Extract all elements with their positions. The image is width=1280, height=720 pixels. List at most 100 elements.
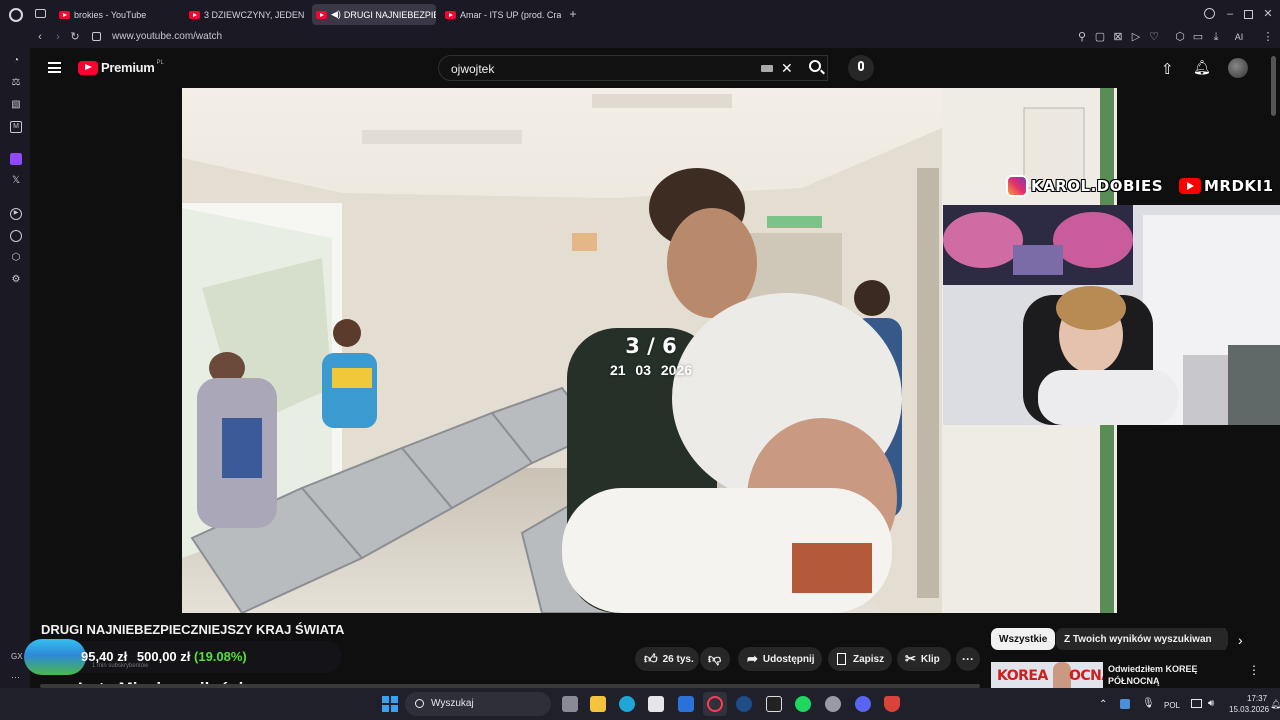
spotify-icon[interactable] [795,696,811,712]
tab-label: Amar - ITS UP (prod. Crac [460,9,561,20]
chip-label: Wszystkie [999,633,1048,645]
recommendation-menu-icon[interactable]: ⋮ [1248,663,1260,677]
language-indicator[interactable]: POL [1164,701,1180,710]
streamer-webcam [943,205,1280,425]
dislike-button[interactable]: 👎︎ [700,647,730,671]
maximize-icon[interactable] [1244,10,1253,19]
more-horizontal-icon: ··· [962,652,974,666]
adblock-icon[interactable]: ⊠ [1112,31,1124,43]
logo-text: Premium [101,60,155,75]
volume-icon[interactable]: 🔊︎ [1208,698,1214,709]
upload-icon[interactable]: ⇧ [1161,60,1174,78]
url-field[interactable]: www.youtube.com/watch [112,31,222,42]
avatar[interactable] [1228,58,1248,78]
epic-games-icon[interactable] [766,696,782,712]
network-icon[interactable] [1191,699,1202,708]
pinboard-icon[interactable]: ▧ [10,99,22,111]
microphone-tray-icon[interactable]: 🎙︎ [1142,698,1155,709]
opera-logo-icon[interactable] [9,8,23,22]
forward-icon[interactable]: › [52,31,64,43]
page-scrollbar[interactable] [1271,56,1276,116]
pin-icon[interactable]: ⚲ [1076,31,1088,43]
search-tabs-icon[interactable] [1204,8,1215,19]
steam-icon[interactable] [736,696,752,712]
youtube-play-icon [78,60,98,75]
snapshot-icon[interactable]: ▢ [1094,31,1106,43]
aria-ai-button[interactable]: AI [1228,31,1250,43]
tab-3-dziewczyny[interactable]: 3 DZIEWCZYNY, JEDEN W [185,4,305,25]
youtube-favicon-icon [189,10,200,19]
tab-overview-icon[interactable] [35,9,46,18]
reload-icon[interactable]: ↻ [69,31,81,43]
save-button[interactable]: Zapisz [828,647,892,671]
chip-from-search[interactable]: Z Twoich wyników wyszukiwania [1056,628,1228,650]
logo-region: PL [156,60,164,66]
share-button[interactable]: ➦ Udostępnij [738,647,822,671]
instagram-icon [1006,175,1028,197]
file-explorer-icon[interactable] [590,696,606,712]
x-twitter-icon[interactable]: 𝕏 [10,175,22,187]
discord-icon[interactable] [855,696,871,712]
bookmark-icon [837,653,846,665]
clock-icon[interactable] [10,230,22,242]
back-icon[interactable]: ‹ [34,31,46,43]
tab-brokies[interactable]: brokies - YouTube [55,4,180,25]
clock-time[interactable]: 17:37 [1247,694,1267,703]
chip-partial[interactable] [1212,628,1226,650]
speed-dial-icon[interactable]: ◔ [10,55,22,67]
twitch-icon[interactable] [10,153,22,165]
taskbar-search[interactable]: Wyszukaj [405,692,551,716]
chips-next-icon[interactable]: › [1238,632,1243,648]
shield-icon[interactable] [884,696,900,712]
tab-amar-its-up[interactable]: Amar - ITS UP (prod. Crac [441,4,561,25]
like-count: 26 tys. [662,653,694,665]
notification-icon[interactable]: 🔔︎ [1270,699,1280,710]
clear-search-icon[interactable]: ✕ [781,60,793,77]
tab-label: 3 DZIEWCZYNY, JEDEN W [204,9,305,20]
like-button[interactable]: 👍︎ 26 tys. [635,647,699,671]
tray-chevron-icon[interactable]: ⌃ [1099,699,1107,710]
address-bar: ‹ › ↻ www.youtube.com/watch ⚲ ▢ ⊠ ▷ ♡ ⬡ … [0,28,1280,48]
sidebar-more-icon[interactable]: ··· [11,672,20,682]
clock-date[interactable]: 15.03.2026 [1229,705,1269,714]
tab-drugi-najniebezpieczniejszy[interactable]: ◀) DRUGI NAJNIEBEZPIE [312,4,436,25]
settings-gear-icon[interactable] [825,696,841,712]
clip-button[interactable]: ✂ Klip [897,647,951,671]
speaker-icon[interactable]: ◀) [331,9,341,20]
recommendation-title[interactable]: Odwiedziłem KOREĘ PÓŁNOCNĄ [1108,663,1218,687]
search-button[interactable] [797,55,837,81]
windows-taskbar [0,688,1280,720]
settings-gear-icon[interactable]: ⚙ [10,274,22,286]
menu-icon[interactable]: ⋮ [1262,31,1274,43]
wallet-icon[interactable]: ▭ [1192,31,1204,43]
voice-search-button[interactable] [848,55,874,81]
store-icon[interactable] [648,696,664,712]
hamburger-menu-icon[interactable] [48,62,61,73]
download-icon[interactable]: ⤓ [1210,31,1222,43]
player-icon[interactable]: ▷ [1130,31,1142,43]
search-input[interactable]: ojwojtek ✕ [438,55,828,81]
notifications-bell-icon[interactable]: 🔔︎ [1193,59,1211,76]
youtube-logo[interactable]: Premium PL [78,60,164,75]
donation-progress-bar [24,639,86,675]
youtube-icon [1179,178,1201,194]
player-sidebar-icon[interactable]: ▶ [10,208,22,220]
messenger-icon[interactable]: M [10,121,22,133]
close-window-icon[interactable]: ✕ [1262,8,1274,20]
heart-icon[interactable]: ♡ [1148,31,1160,43]
edge-icon[interactable] [619,696,635,712]
tray-app-icon[interactable] [1120,699,1130,709]
mail-icon[interactable] [678,696,694,712]
video-date-overlay: 21 03 2026 [609,362,693,378]
keyboard-icon[interactable] [761,65,773,72]
recommendation-thumbnail[interactable]: KOREA PÓ OCNA [991,662,1103,688]
chip-all[interactable]: Wszystkie [991,628,1056,650]
extensions-icon[interactable]: ⬡ [1174,31,1186,43]
new-tab-button[interactable]: + [567,8,579,20]
more-actions-button[interactable]: ··· [956,647,980,671]
minimize-icon[interactable]: – [1224,8,1236,20]
windows-start-icon[interactable] [382,696,398,712]
history-icon[interactable]: ⚖ [10,77,22,89]
task-view-icon[interactable] [562,696,578,712]
extensions-sidebar-icon[interactable]: ⬡ [10,252,22,264]
